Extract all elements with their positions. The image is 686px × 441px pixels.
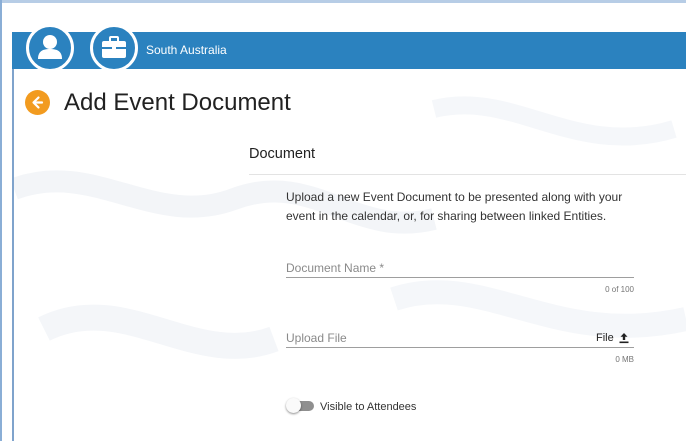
briefcase-icon (102, 36, 126, 58)
visible-to-attendees-label: Visible to Attendees (320, 401, 417, 413)
background-pattern (14, 96, 686, 359)
upload-icon (619, 333, 629, 344)
visible-to-attendees-toggle[interactable] (286, 398, 314, 413)
upload-file-input[interactable] (286, 328, 634, 348)
content-left-border (12, 69, 14, 441)
document-name-input[interactable] (286, 258, 634, 278)
organisation-button[interactable] (90, 24, 138, 72)
file-upload-label: File (596, 332, 614, 344)
upload-file-size: 0 MB (615, 355, 634, 364)
window-frame-top (0, 0, 686, 3)
region-name: South Australia (146, 43, 227, 57)
card-description: Upload a new Event Document to be presen… (286, 190, 623, 223)
card-divider (249, 174, 686, 175)
user-icon (38, 35, 62, 59)
card-title: Document (249, 146, 316, 162)
back-button[interactable] (25, 90, 50, 115)
file-upload-button[interactable]: File (596, 330, 630, 346)
page-title: Add Event Document (64, 89, 291, 116)
arrow-left-icon (32, 96, 44, 109)
window-frame-left (0, 0, 2, 441)
document-name-counter: 0 of 100 (605, 285, 634, 294)
toggle-thumb (286, 398, 301, 413)
user-profile-button[interactable] (26, 24, 74, 72)
